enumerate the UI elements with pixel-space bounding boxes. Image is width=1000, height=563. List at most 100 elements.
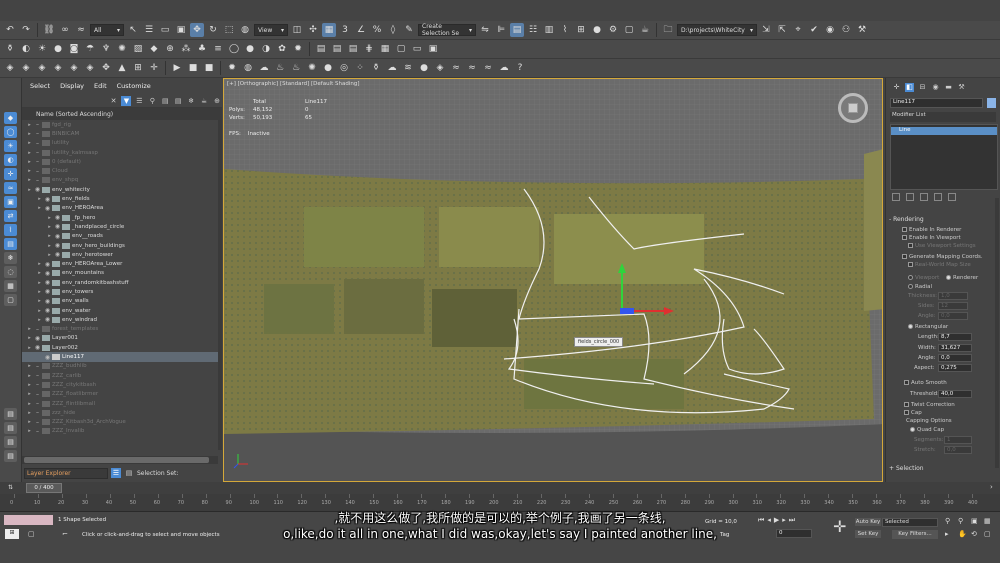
modifier-list-dropdown[interactable]: Modifier List xyxy=(890,112,996,122)
link-icon[interactable]: ⛓ xyxy=(42,23,56,37)
time-slider[interactable]: 0 / 400 xyxy=(26,483,62,493)
expand-icon[interactable]: ▸ xyxy=(36,196,43,202)
tree-row[interactable]: ▸ – ZZZ_citykitbash xyxy=(22,380,218,389)
visibility-icon[interactable]: ◉ xyxy=(43,196,52,203)
tree-row-selected[interactable]: ◉ Line117 xyxy=(22,352,218,362)
time-config-icon[interactable]: ⇅ xyxy=(8,484,13,491)
remove-modifier-icon[interactable] xyxy=(934,193,942,201)
primitive-d-icon[interactable]: ◈ xyxy=(51,61,65,75)
fx-explosion-icon[interactable]: ✺ xyxy=(305,61,319,75)
tree-row[interactable]: ▸ – ZZZ_flintlibmall xyxy=(22,399,218,408)
toggle-layer-explorer-icon[interactable]: ☷ xyxy=(526,23,540,37)
toggle-scene-explorer-icon[interactable]: ▤ xyxy=(510,23,524,37)
time-slider-track[interactable]: ⇅ 0 / 400 › xyxy=(0,482,1000,494)
grid-icon[interactable]: ⊞ xyxy=(131,61,145,75)
railclone-icon[interactable]: ≡ xyxy=(211,42,225,56)
selection-rollout-header[interactable]: + Selection xyxy=(889,465,924,472)
display-tab-icon[interactable]: ▬ xyxy=(944,83,953,92)
tree-row[interactable]: ▸ – env_shpq xyxy=(22,176,218,185)
layer-tool-a-icon[interactable]: ▤ xyxy=(4,408,17,420)
tree-row[interactable]: ▸ ◉ env__roads xyxy=(22,232,218,241)
script-icon[interactable]: ⌖ xyxy=(791,23,805,37)
visibility-icon[interactable]: ◉ xyxy=(53,242,62,249)
redo-icon[interactable]: ↷ xyxy=(19,23,33,37)
display-bones-icon[interactable]: ⌇ xyxy=(4,224,17,236)
sphere-alt-icon[interactable]: ● xyxy=(243,42,257,56)
primitive-c-icon[interactable]: ◈ xyxy=(35,61,49,75)
next-frame-icon[interactable]: › xyxy=(990,483,993,491)
camera-icon[interactable]: ◐ xyxy=(19,42,33,56)
tree-row[interactable]: ▸ – ZZZ_Invalib xyxy=(22,427,218,436)
renderer-radio[interactable]: Renderer xyxy=(946,275,978,281)
visibility-icon[interactable]: – xyxy=(33,391,42,398)
scatter-icon[interactable]: ⁂ xyxy=(179,42,193,56)
fx-flow-icon[interactable]: ≋ xyxy=(401,61,415,75)
fire-icon[interactable]: ✹ xyxy=(291,42,305,56)
expand-icon[interactable]: ▸ xyxy=(36,205,43,211)
teapot-material-icon[interactable]: ◑ xyxy=(259,42,273,56)
menu-display[interactable]: Display xyxy=(60,82,84,90)
set-project-folder-icon[interactable]: ⇲ xyxy=(759,23,773,37)
pin-stack-icon[interactable] xyxy=(892,193,900,201)
tree-row[interactable]: ▸ ◉ env_towers xyxy=(22,287,218,296)
keyboard-shortcut-override-icon[interactable]: ▦ xyxy=(322,23,336,37)
fx-spray-icon[interactable]: ⁘ xyxy=(353,61,367,75)
expand-icon[interactable]: ▸ xyxy=(26,187,33,193)
menu-edit[interactable]: Edit xyxy=(94,82,107,90)
tree-row[interactable]: ▸ ◉ _handplaced_circle xyxy=(22,222,218,231)
visibility-icon[interactable]: – xyxy=(33,149,42,156)
expand-icon[interactable]: ▸ xyxy=(36,270,43,276)
viewport-orthographic[interactable]: [+] [Orthographic] [Standard] [Default S… xyxy=(223,78,883,482)
expand-icon[interactable]: ▸ xyxy=(26,150,33,156)
visibility-icon[interactable]: – xyxy=(33,363,42,370)
visibility-icon[interactable]: – xyxy=(33,168,42,175)
tree-row[interactable]: ▸ ◉ env_herotower xyxy=(22,250,218,259)
visibility-icon[interactable]: ◉ xyxy=(53,233,62,240)
expand-icon[interactable]: ▸ xyxy=(36,261,43,267)
select-move-icon[interactable]: ✥ xyxy=(190,23,204,37)
terrain-icon[interactable]: ▲ xyxy=(115,61,129,75)
forest-icon[interactable]: ♣ xyxy=(195,42,209,56)
bake-icon[interactable]: ◉ xyxy=(823,23,837,37)
tree-row[interactable]: ▸ ◉ env_randomkitbashstuff xyxy=(22,278,218,287)
layer-options-icon[interactable]: ▤ xyxy=(124,468,134,478)
fx-wave-c-icon[interactable]: ≈ xyxy=(481,61,495,75)
expand-icon[interactable]: ▸ xyxy=(46,224,53,230)
show-end-result-icon[interactable] xyxy=(906,193,914,201)
visibility-icon[interactable]: ◉ xyxy=(33,344,42,351)
reference-coord-dropdown[interactable]: View ▾ xyxy=(254,24,288,36)
threshold-spinner[interactable]: 40,0 xyxy=(938,390,972,398)
expand-icon[interactable]: ▸ xyxy=(26,168,33,174)
aspect-spinner[interactable]: 0,275 xyxy=(938,364,972,372)
visibility-icon[interactable]: ◉ xyxy=(43,279,52,286)
expand-icon[interactable]: ▸ xyxy=(46,243,53,249)
object-color-swatch[interactable] xyxy=(987,98,996,108)
hierarchy-tab-icon[interactable]: ⊟ xyxy=(918,83,927,92)
fx-cloud-b-icon[interactable]: ☁ xyxy=(497,61,511,75)
quad-cap-radio[interactable]: Quad Cap xyxy=(910,427,944,433)
primitive-f-icon[interactable]: ◈ xyxy=(83,61,97,75)
sun-icon[interactable]: ✺ xyxy=(115,42,129,56)
spinner-snap-icon[interactable]: ◊ xyxy=(386,23,400,37)
tree-row[interactable]: ▸ – ZZZ_budhlib xyxy=(22,362,218,371)
project-folder-open-icon[interactable]: ⇱ xyxy=(775,23,789,37)
undo-icon[interactable]: ↶ xyxy=(3,23,17,37)
layer-tool-c-icon[interactable]: ▤ xyxy=(4,436,17,448)
tree-row[interactable]: ▸ ◉ env_hero_buildings xyxy=(22,241,218,250)
render-icon[interactable]: ☕ xyxy=(199,96,209,106)
visibility-icon[interactable]: – xyxy=(33,409,42,416)
select-scale-icon[interactable]: ⬚ xyxy=(222,23,236,37)
tree-row[interactable]: ▸ – forest_templates xyxy=(22,325,218,334)
render-setup-icon[interactable]: ⚙ xyxy=(606,23,620,37)
bind-spacewarp-icon[interactable]: ≈ xyxy=(74,23,88,37)
rendered-frame-window-icon[interactable]: ▢ xyxy=(622,23,636,37)
fx-emitter-icon[interactable]: ◈ xyxy=(433,61,447,75)
percent-snap-icon[interactable]: % xyxy=(370,23,384,37)
stop-icon[interactable]: ■ xyxy=(186,61,200,75)
pivot-icon[interactable]: ◫ xyxy=(290,23,304,37)
display-helpers-icon[interactable]: ✛ xyxy=(4,168,17,180)
tree-row[interactable]: ▸ – Cloud xyxy=(22,166,218,175)
stop-alt-icon[interactable]: ■ xyxy=(202,61,216,75)
light-icon[interactable]: ☀ xyxy=(35,42,49,56)
script-c-icon[interactable]: ▤ xyxy=(346,42,360,56)
